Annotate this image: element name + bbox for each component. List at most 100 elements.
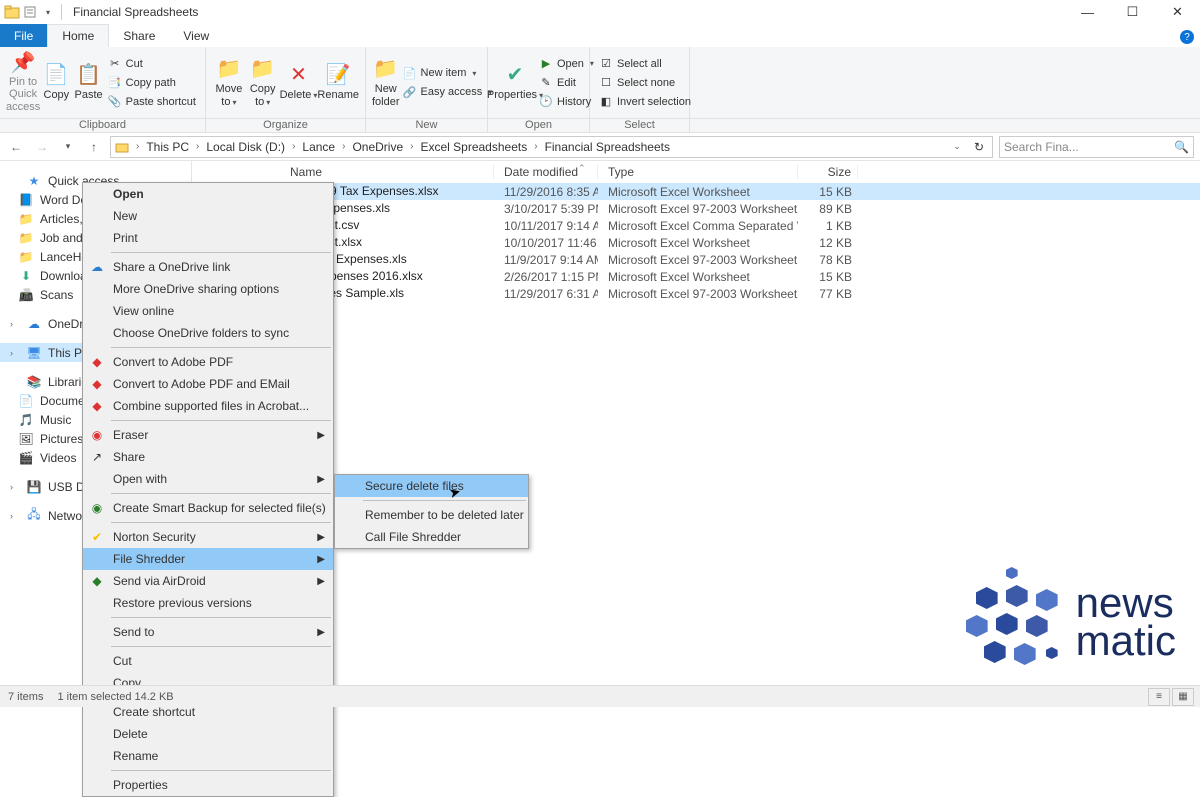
paste-button[interactable]: 📋 Paste bbox=[72, 55, 104, 111]
col-name[interactable]: Name bbox=[192, 165, 494, 179]
ctx-choose-folders[interactable]: Choose OneDrive folders to sync bbox=[83, 322, 333, 344]
search-input[interactable]: Search Fina... 🔍 bbox=[999, 136, 1194, 158]
file-row[interactable]: Xl Expenses 2016.xlsx2/26/2017 1:15 PMMi… bbox=[192, 268, 1200, 285]
ctx-airdroid[interactable]: ◆Send via AirDroid▶ bbox=[83, 570, 333, 592]
ctx-open[interactable]: Open bbox=[83, 183, 333, 205]
ctx-open-with[interactable]: Open with▶ bbox=[83, 468, 333, 490]
invert-selection-button[interactable]: ◧Invert selection bbox=[596, 93, 694, 111]
ctx-restore[interactable]: Restore previous versions bbox=[83, 592, 333, 614]
properties-label: Properties▾ bbox=[487, 89, 543, 101]
cut-button[interactable]: ✂Cut bbox=[105, 55, 199, 73]
tab-file[interactable]: File bbox=[0, 24, 47, 47]
new-item-icon: 📄 bbox=[403, 66, 417, 80]
copy-path-label: Copy path bbox=[126, 77, 176, 89]
select-all-button[interactable]: ☑Select all bbox=[596, 55, 694, 73]
chevron-right-icon[interactable]: › bbox=[287, 141, 300, 152]
chevron-right-icon[interactable]: › bbox=[191, 141, 204, 152]
column-headers[interactable]: Name ⌃ Date modified Type Size bbox=[192, 161, 1200, 183]
ctx-cut[interactable]: Cut bbox=[83, 650, 333, 672]
ctx-more-onedrive[interactable]: More OneDrive sharing options bbox=[83, 278, 333, 300]
delete-button[interactable]: ✕ Delete▾ bbox=[280, 55, 318, 111]
group-new-label: New bbox=[366, 119, 488, 132]
ctx-combine-acrobat[interactable]: ◆Combine supported files in Acrobat... bbox=[83, 395, 333, 417]
properties-button[interactable]: ✔ Properties▾ bbox=[494, 55, 536, 111]
ctx-new[interactable]: New bbox=[83, 205, 333, 227]
ctx-delete[interactable]: Delete bbox=[83, 723, 333, 745]
move-to-button[interactable]: 📁 Move to▾ bbox=[212, 55, 246, 111]
recent-dropdown[interactable]: ▾ bbox=[58, 137, 78, 157]
minimize-button[interactable]: — bbox=[1065, 0, 1110, 24]
file-row[interactable]: Xhold Expenses.xls11/9/2017 9:14 AMMicro… bbox=[192, 251, 1200, 268]
bc-local-disk[interactable]: Local Disk (D:) bbox=[204, 140, 287, 154]
menu-tabs: File Home Share View bbox=[0, 24, 1200, 47]
file-row[interactable]: X2009 Tax Expenses.xlsx11/29/2016 8:35 A… bbox=[192, 183, 1200, 200]
bc-excel[interactable]: Excel Spreadsheets bbox=[418, 140, 529, 154]
ctx-properties[interactable]: Properties bbox=[83, 774, 333, 796]
copy-to-button[interactable]: 📁 Copy to▾ bbox=[246, 55, 280, 111]
refresh-icon[interactable]: ↻ bbox=[968, 140, 990, 154]
col-type[interactable]: Type bbox=[598, 165, 798, 179]
select-none-button[interactable]: ☐Select none bbox=[596, 74, 694, 92]
close-button[interactable]: ✕ bbox=[1155, 0, 1200, 24]
col-size[interactable]: Size bbox=[798, 165, 858, 179]
bc-onedrive[interactable]: OneDrive bbox=[350, 140, 405, 154]
ctx-send-to[interactable]: Send to▶ bbox=[83, 621, 333, 643]
bc-lance[interactable]: Lance bbox=[300, 140, 337, 154]
qat-dropdown-icon[interactable]: ▾ bbox=[40, 4, 56, 20]
new-item-button[interactable]: 📄New item▾ bbox=[400, 64, 496, 82]
up-button[interactable]: ↑ bbox=[84, 137, 104, 157]
tab-share[interactable]: Share bbox=[109, 24, 169, 47]
sub-remember[interactable]: Remember to be deleted later bbox=[335, 504, 528, 526]
rename-button[interactable]: 📝 Rename bbox=[317, 55, 359, 111]
file-row[interactable]: Xenses Sample.xls11/29/2017 6:31 AMMicro… bbox=[192, 285, 1200, 302]
select-none-icon: ☐ bbox=[599, 76, 613, 90]
tab-view[interactable]: View bbox=[169, 24, 223, 47]
ctx-share-onedrive[interactable]: ☁Share a OneDrive link bbox=[83, 256, 333, 278]
pin-quick-access-button[interactable]: 📌 Pin to Quick access bbox=[6, 55, 40, 111]
bc-this-pc[interactable]: This PC bbox=[144, 140, 191, 154]
ctx-print[interactable]: Print bbox=[83, 227, 333, 249]
file-row[interactable]: Xx Expenses.xls3/10/2017 5:39 PMMicrosof… bbox=[192, 200, 1200, 217]
help-icon[interactable]: ? bbox=[1180, 30, 1194, 44]
ctx-file-shredder[interactable]: File Shredder▶ bbox=[83, 548, 333, 570]
chevron-right-icon[interactable]: › bbox=[405, 141, 418, 152]
ctx-view-online[interactable]: View online bbox=[83, 300, 333, 322]
view-icons-button[interactable]: ▦ bbox=[1172, 688, 1194, 706]
copy-button[interactable]: 📄 Copy bbox=[40, 55, 72, 111]
bc-financial[interactable]: Financial Spreadsheets bbox=[543, 140, 672, 154]
ctx-rename[interactable]: Rename bbox=[83, 745, 333, 767]
ctx-smart-backup[interactable]: ◉Create Smart Backup for selected file(s… bbox=[83, 497, 333, 519]
delete-label: Delete▾ bbox=[280, 89, 318, 101]
maximize-button[interactable]: ☐ bbox=[1110, 0, 1155, 24]
edit-button[interactable]: ✎Edit bbox=[536, 74, 597, 92]
ctx-share[interactable]: ↗Share bbox=[83, 446, 333, 468]
open-button[interactable]: ▶Open▾ bbox=[536, 55, 597, 73]
tab-home[interactable]: Home bbox=[47, 24, 109, 47]
paste-shortcut-button[interactable]: 📎Paste shortcut bbox=[105, 93, 199, 111]
ctx-convert-pdf[interactable]: ◆Convert to Adobe PDF bbox=[83, 351, 333, 373]
view-details-button[interactable]: ≡ bbox=[1148, 688, 1170, 706]
chevron-right-icon[interactable]: › bbox=[337, 141, 350, 152]
chevron-right-icon[interactable]: › bbox=[529, 141, 542, 152]
copy-path-icon: 📑 bbox=[108, 76, 122, 90]
ctx-convert-pdf-email[interactable]: ◆Convert to Adobe PDF and EMail bbox=[83, 373, 333, 395]
ctx-eraser[interactable]: ◉Eraser▶ bbox=[83, 424, 333, 446]
new-folder-button[interactable]: 📁 New folder bbox=[372, 55, 400, 111]
file-row[interactable]: Xs List.xlsx10/10/2017 11:46 AMMicrosoft… bbox=[192, 234, 1200, 251]
ribbon-group-labels: Clipboard Organize New Open Select bbox=[0, 119, 1200, 133]
forward-button[interactable]: → bbox=[32, 137, 52, 157]
sub-call[interactable]: Call File Shredder bbox=[335, 526, 528, 548]
copy-path-button[interactable]: 📑 Copy path bbox=[105, 74, 199, 92]
window-title: Financial Spreadsheets bbox=[73, 5, 198, 19]
qat-properties-icon[interactable] bbox=[22, 4, 38, 20]
chevron-right-icon[interactable]: › bbox=[131, 141, 144, 152]
file-row[interactable]: Xs List.csv10/11/2017 9:14 AMMicrosoft E… bbox=[192, 217, 1200, 234]
history-button[interactable]: 🕑History bbox=[536, 93, 597, 111]
back-button[interactable]: ← bbox=[6, 137, 26, 157]
adobe-icon: ◆ bbox=[89, 376, 105, 392]
dropdown-icon[interactable]: ⌄ bbox=[946, 141, 968, 152]
easy-access-button[interactable]: 🔗Easy access▾ bbox=[400, 83, 496, 101]
sub-secure-delete[interactable]: Secure delete files bbox=[335, 475, 528, 497]
breadcrumb[interactable]: › This PC› Local Disk (D:)› Lance› OneDr… bbox=[110, 136, 993, 158]
ctx-norton[interactable]: ✔Norton Security▶ bbox=[83, 526, 333, 548]
